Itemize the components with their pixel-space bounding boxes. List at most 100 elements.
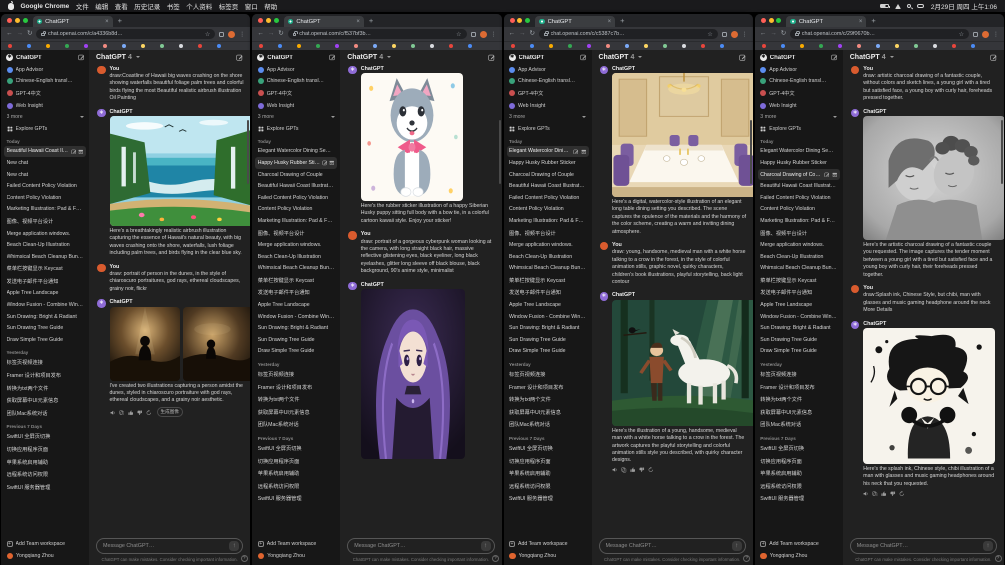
chat-history-item[interactable]: Beautiful Hawaii Coast Illustrat… [507, 180, 589, 192]
chat-history-item[interactable]: Window Fusion - Combine Wind… [758, 311, 840, 323]
send-button[interactable] [480, 540, 491, 551]
browser-tab[interactable]: ChatGPT [535, 16, 616, 27]
chat-history-item[interactable]: 标签页视频连接 [255, 368, 337, 381]
zoom-window-button[interactable] [22, 18, 28, 23]
more-gpts[interactable]: 3 more [507, 111, 589, 123]
extensions-icon[interactable] [470, 31, 476, 37]
chat-history-item[interactable]: 获取屏幕中UI元素信息 [758, 406, 840, 419]
compose-icon[interactable] [236, 54, 243, 61]
new-chat-icon[interactable] [329, 54, 336, 61]
explore-gpts[interactable]: Explore GPTs [758, 123, 840, 135]
chat-history-item[interactable]: 菜单栏按键显示 Keycast [4, 263, 86, 276]
chat-history-item[interactable]: 发送电子邮件平台通知 [4, 275, 86, 288]
chat-history-item[interactable]: Beach Clean-Up Illustration [4, 239, 86, 251]
chat-history-item[interactable]: Draw Simple Tree Guide [758, 346, 840, 358]
extensions-icon[interactable] [219, 31, 225, 37]
chat-history-item[interactable]: 发送电子邮件平台通知 [255, 287, 337, 300]
regenerate-icon[interactable] [146, 410, 152, 416]
chrome-menu-icon[interactable] [491, 31, 497, 38]
model-chevron-icon[interactable] [135, 56, 140, 58]
chat-history-item[interactable]: 标签页视频连接 [758, 368, 840, 381]
chat-history-item[interactable]: Marketing Illustration: Pad & F… [255, 215, 337, 227]
rename-icon[interactable] [71, 149, 77, 155]
tab-close-icon[interactable] [608, 19, 612, 25]
copy-icon[interactable] [872, 491, 878, 497]
tab-close-icon[interactable] [859, 19, 863, 25]
rename-icon[interactable] [824, 172, 830, 178]
read-aloud-icon[interactable] [863, 491, 869, 497]
sidebar-header[interactable]: ChatGPT [758, 53, 840, 64]
gpt-item[interactable]: App Advisor [255, 64, 337, 76]
model-name[interactable]: ChatGPT [850, 54, 880, 61]
forward-button[interactable] [519, 31, 526, 38]
explore-gpts[interactable]: Explore GPTs [507, 123, 589, 135]
chat-history-item[interactable]: Happy Husky Rubber Sticker [758, 157, 840, 169]
chat-history-item[interactable]: Happy Husky Rubber Sticker [255, 157, 338, 169]
chat-history-item[interactable]: 苹果系统启用辅助 [758, 467, 840, 480]
chat-history-item[interactable]: 苹果系统启用辅助 [507, 467, 589, 480]
chat-history-item[interactable]: SwiftUI 全屏页切换 [255, 442, 337, 455]
chat-history-item[interactable]: 图像、视频平台设计 [507, 227, 589, 240]
new-chat-icon[interactable] [78, 54, 85, 61]
bookmark-favicons[interactable] [259, 44, 494, 48]
chat-history-item[interactable]: 远程系统访问权限 [4, 468, 86, 481]
chat-history-item[interactable]: 图像、视频平台设计 [4, 215, 86, 228]
chat-history-item[interactable]: Beautiful Hawaii Coast Illustrat… [758, 180, 840, 192]
rename-icon[interactable] [573, 149, 579, 155]
scrollbar-thumb[interactable] [1001, 120, 1003, 184]
chat-history-item[interactable]: Apple Tree Landscape [4, 288, 86, 300]
chat-history-item[interactable]: Elegant Watercolor Dining Se… [506, 145, 589, 158]
minimize-window-button[interactable] [768, 18, 774, 23]
message-input[interactable] [856, 542, 980, 549]
reload-button[interactable] [278, 31, 283, 38]
gpt-item[interactable]: App Advisor [758, 64, 840, 76]
chat-history-item[interactable]: Window Fusion - Combine Wind… [4, 299, 86, 311]
chat-history-item[interactable]: 切换应用程序页面 [758, 455, 840, 468]
chat-history-item[interactable]: Draw Simple Tree Guide [255, 346, 337, 358]
generated-image-splash-ink-chibi[interactable] [863, 328, 995, 464]
chat-history-item[interactable]: 远程系统访问权限 [758, 480, 840, 493]
chat-history-item[interactable]: Sun Drawing: Bright & Radiant [4, 311, 86, 323]
account-item[interactable]: Yongqiang Zhou [255, 550, 337, 562]
model-name[interactable]: ChatGPT [347, 54, 377, 61]
chrome-profile-avatar[interactable] [228, 30, 236, 38]
menubar-item[interactable]: 窗口 [245, 1, 258, 11]
back-button[interactable] [760, 31, 767, 38]
chat-history-item[interactable]: Whimsical Beach Cleanup Bun… [255, 263, 337, 275]
chat-history-item[interactable]: 图像、视频平台设计 [255, 227, 337, 240]
menubar-item[interactable]: 编辑 [95, 1, 108, 11]
chat-history-item[interactable]: Elegant Watercolor Dining Se… [255, 146, 337, 158]
account-item[interactable]: Yongqiang Zhou [758, 550, 840, 562]
chat-history-item[interactable]: New chat [4, 157, 86, 169]
generated-image-dune-portrait-2[interactable] [183, 307, 251, 381]
more-gpts[interactable]: 3 more [758, 111, 840, 123]
chat-history-item[interactable]: Apple Tree Landscape [255, 299, 337, 311]
chrome-menu-icon[interactable] [239, 31, 245, 38]
archive-icon[interactable] [329, 160, 335, 166]
chat-history-item[interactable]: SwiftUI 全屏页切换 [4, 431, 86, 444]
chat-history-item[interactable]: SwiftUI 全屏页切换 [507, 442, 589, 455]
chat-history-item[interactable]: 远程系统访问权限 [507, 480, 589, 493]
menubar-item[interactable]: 文件 [76, 1, 89, 11]
chat-history-item[interactable]: Sun Drawing Tree Guide [255, 334, 337, 346]
copy-icon[interactable] [621, 467, 627, 473]
chat-history-item[interactable]: Merge application windows. [758, 239, 840, 251]
chat-history-item[interactable]: 转换为txt两个文件 [758, 393, 840, 406]
gpt-item[interactable]: Chinese-English transl… [255, 76, 337, 88]
account-item[interactable]: Yongqiang Zhou [4, 550, 86, 562]
chat-history-item[interactable]: Merge application windows. [255, 239, 337, 251]
bookmark-star-icon[interactable] [205, 31, 210, 38]
chat-history-item[interactable]: Sun Drawing Tree Guide [507, 334, 589, 346]
chat-history-item[interactable]: Window Fusion - Combine Wind… [255, 311, 337, 323]
address-bar[interactable]: chat.openai.com/c/c5387c7b… [538, 29, 718, 39]
gpt-item[interactable]: Web Insight [4, 100, 86, 112]
zoom-window-button[interactable] [776, 18, 782, 23]
compose-icon[interactable] [488, 54, 495, 61]
menubar-app-name[interactable]: Google Chrome [21, 3, 70, 10]
back-button[interactable] [6, 31, 13, 38]
new-tab-button[interactable] [869, 16, 877, 25]
new-chat-icon[interactable] [580, 54, 587, 61]
reload-button[interactable] [530, 31, 535, 38]
chat-history-item[interactable]: Apple Tree Landscape [758, 299, 840, 311]
spotlight-icon[interactable] [906, 3, 912, 9]
